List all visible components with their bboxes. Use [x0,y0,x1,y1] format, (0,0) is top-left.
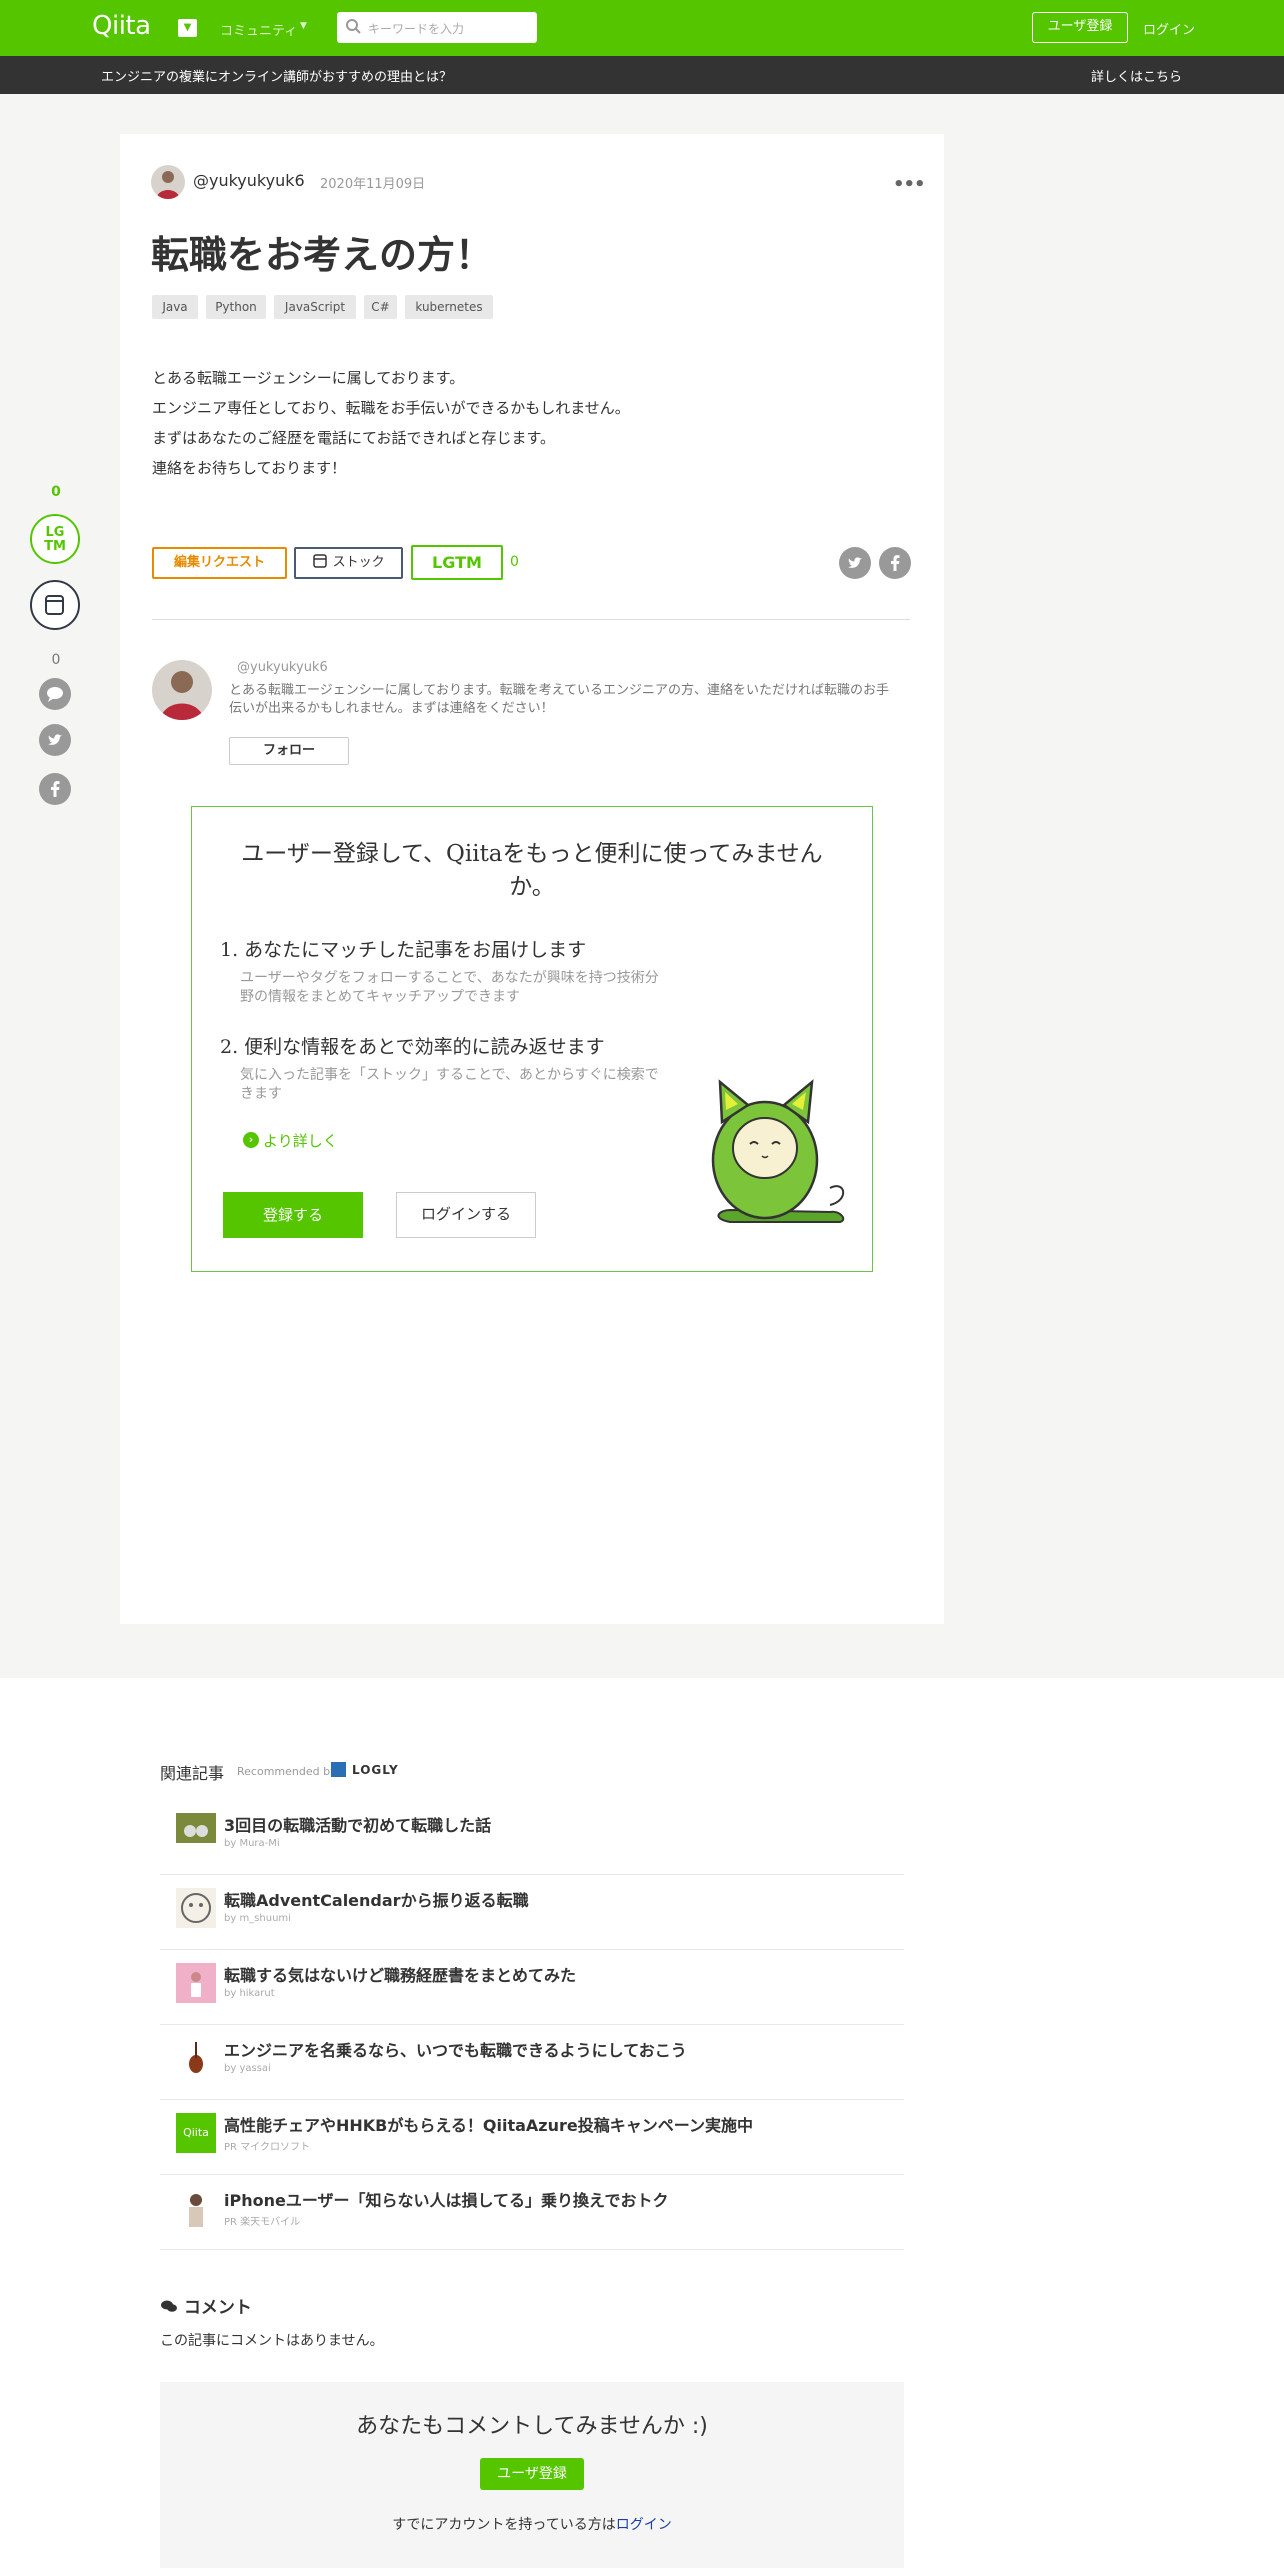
lgtm-article-count: 0 [510,554,519,570]
related-thumbnail [176,2188,216,2228]
post-date: 2020年11月09日 [320,177,426,192]
comment-login-link[interactable]: ログイン [616,2517,672,2533]
more-options-icon[interactable]: ••• [893,174,926,195]
related-title[interactable]: 転職する気はないけど職務経歴書をまとめてみた [224,1962,576,1986]
signup-button[interactable]: ユーザ登録 [1032,12,1128,43]
related-item[interactable]: エンジニアを名乗るなら、いつでも転職できるようにしておこう by yassai [160,2025,904,2100]
comment-prompt: あなたもコメントしてみませんか :) [356,2414,708,2439]
author-name[interactable]: @yukyukyuk6 [193,171,305,190]
facebook-icon[interactable] [39,773,71,805]
feature-description: ユーザーやタグをフォローすることで、あなたが興味を持つ技術分野の情報をまとめてキ… [240,970,659,1005]
related-author: by hikarut [224,1988,275,1999]
twitter-share-icon[interactable] [839,547,871,579]
tag-java[interactable]: Java [152,295,198,319]
tag-csharp[interactable]: C# [364,295,397,319]
related-item[interactable]: 3回目の転職活動で初めて転職した話 by Mura-Mi [160,1800,904,1875]
follow-button[interactable]: フォロー [229,737,349,765]
lgtm-button[interactable]: LG TM [30,514,80,564]
feature-title: 2. 便利な情報をあとで効率的に読み返せます [220,1036,605,1058]
related-title[interactable]: iPhoneユーザー「知らない人は損してる」乗り換えでおトク [224,2187,669,2211]
facebook-share-icon[interactable] [879,547,911,579]
comments-heading-label: コメント [183,2298,252,2318]
profile-description: とある転職エージェンシーに属しております。転職を考えているエンジニアの方、連絡を… [229,683,890,716]
search-placeholder: キーワードを入力 [368,22,465,36]
feature-description: 気に入った記事を「ストック」することで、あとからすぐに検索できます [240,1067,659,1102]
related-author: by yassai [224,2063,271,2074]
tag-kubernetes[interactable]: kubernetes [405,295,493,319]
comment-login-text: すでにアカウントを持っている方はログイン [160,2514,904,2534]
related-thumbnail [176,2038,216,2078]
stock-label: ストック [332,555,385,570]
profile-avatar[interactable] [152,660,212,720]
recommended-by: Recommended by [237,1765,337,1778]
related-author: PR マイクロソフト [224,2142,310,2153]
comments-empty-text: この記事にコメントはありません。 [160,2333,384,2349]
comment-count: 0 [51,652,61,668]
logly-logo-icon [331,1762,346,1777]
related-title[interactable]: 転職AdventCalendarから振り返る転職 [224,1887,529,1911]
related-item[interactable]: Qiita 高性能チェアやHHKBがもらえる！QiitaAzure投稿キャンペー… [160,2100,904,2175]
banner-text[interactable]: エンジニアの複業にオンライン講師がおすすめの理由とは？ [101,66,452,85]
related-thumbnail [176,1963,216,2003]
tag-javascript[interactable]: JavaScript [274,295,356,319]
comment-icon [161,2300,177,2312]
community-menu[interactable]: コミュニティ [220,20,297,39]
related-title[interactable]: 高性能チェアやHHKBがもらえる！QiitaAzure投稿キャンペーン実施中 [224,2112,753,2136]
caret-down-icon: ▼ [300,21,307,31]
logly-logo[interactable]: LOGLY [352,1763,399,1777]
related-author: PR 楽天モバイル [224,2217,301,2228]
lgtm-article-button[interactable]: LGTM [411,545,503,580]
related-title[interactable]: エンジニアを名乗るなら、いつでも転職できるようにしておこう [224,2037,687,2061]
body-paragraph: エンジニア専任としており、転職をお手伝いができるかもしれません。 [152,399,630,417]
related-heading: 関連記事 [160,1764,225,1783]
comment-signup-button[interactable]: ユーザ登録 [480,2458,584,2490]
tag-python[interactable]: Python [206,295,266,319]
stock-article-button[interactable]: ストック [294,547,403,579]
stock-icon [45,595,64,615]
stock-button[interactable] [30,580,80,630]
author-avatar[interactable] [151,165,185,199]
chevron-down-icon[interactable]: ▼ [178,19,197,37]
twitter-icon[interactable] [39,724,71,756]
stock-icon [313,554,328,568]
article-title: 転職をお考えの方！ [151,233,494,277]
body-paragraph: まずはあなたのご経歴を電話にてお話できればと存じます。 [152,429,556,447]
body-paragraph: 連絡をお待ちしております！ [152,459,347,477]
banner-link[interactable]: 詳しくはこちら [1091,66,1182,85]
search-icon [346,19,361,34]
lgtm-count: 0 [51,484,61,500]
comment-login-prefix: すでにアカウントを持っている方は [392,2517,616,2533]
login-link[interactable]: ログイン [1143,19,1195,38]
promo-title: ユーザー登録して、Qiitaをもっと便利に使ってみませんか。 [241,841,823,900]
feature-title: 1. あなたにマッチした記事をお届けします [220,939,587,961]
lgtm-label-2: TM [44,539,66,554]
learn-more-link[interactable]: より詳しく [243,1130,338,1151]
related-item[interactable]: 転職する気はないけど職務経歴書をまとめてみた by hikarut [160,1950,904,2025]
related-thumbnail [176,1888,216,1928]
related-author: by Mura-Mi [224,1838,280,1849]
body-paragraph: とある転職エージェンシーに属しております。 [152,369,465,387]
related-item[interactable]: 転職AdventCalendarから振り返る転職 by m_shuumi [160,1875,904,1950]
divider [152,619,910,620]
edit-request-button[interactable]: 編集リクエスト [152,547,287,579]
qiitan-mascot-image [711,1079,845,1223]
related-item[interactable]: iPhoneユーザー「知らない人は損してる」乗り換えでおトク PR 楽天モバイル [160,2175,904,2250]
related-author: by m_shuumi [224,1913,291,1924]
lgtm-label-1: LG [45,525,65,540]
promo-login-button[interactable]: ログインする [396,1192,536,1238]
register-button[interactable]: 登録する [223,1192,363,1238]
profile-name[interactable]: @yukyukyuk6 [237,660,328,675]
comments-heading: コメント [160,2293,252,2318]
related-thumbnail-qiita: Qiita [176,2113,216,2153]
related-title[interactable]: 3回目の転職活動で初めて転職した話 [224,1812,491,1836]
qiita-logo[interactable]: Qiita [92,11,151,41]
related-thumbnail [176,1813,216,1853]
comment-icon[interactable] [39,678,71,710]
